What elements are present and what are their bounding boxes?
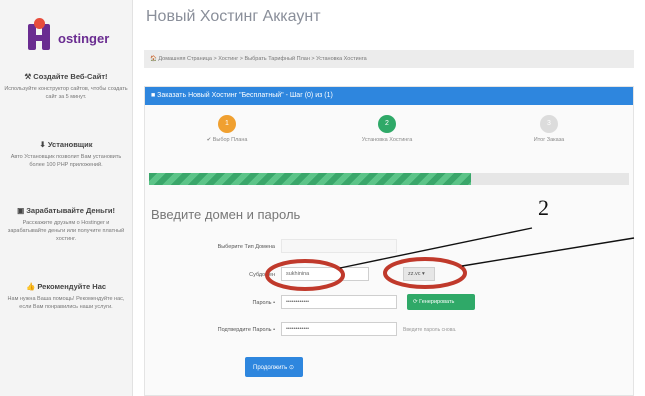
step-2: 2 Установка Хостинга <box>337 115 437 143</box>
sidebar-block-title: ⬇ Установщик <box>39 140 93 149</box>
hostinger-logo[interactable]: ostinger <box>26 18 109 52</box>
sidebar-block-text: Нам нужна Ваша помощь! Рекомендуйте нас,… <box>7 296 125 310</box>
domain-type-label: Выберите Тип Домена <box>217 244 275 250</box>
step-circle: 1 <box>218 115 236 133</box>
sidebar-block-title: 👍 Рекомендуйте Нас <box>25 282 107 291</box>
password-label: Пароль • <box>252 300 275 306</box>
main-content: Новый Хостинг Аккаунт 🏠 Домашняя Страниц… <box>134 0 645 396</box>
sidebar-block-earn-money[interactable]: ▣ Зарабатывайте Деньги! Расскажите друзь… <box>4 206 128 243</box>
form-title: Введите домен и пароль <box>151 207 301 222</box>
page-title: Новый Хостинг Аккаунт <box>146 8 321 25</box>
continue-button[interactable]: Продолжить ⊙ <box>245 357 303 377</box>
confirm-password-field[interactable]: •••••••••••• <box>281 322 397 336</box>
subdomain-label: Субдомен <box>249 272 275 278</box>
logo-text: ostinger <box>58 30 110 46</box>
sidebar-block-installer[interactable]: ⬇ Установщик Авто Установщик позволит Ва… <box>4 140 128 169</box>
annotation-number-label: 2 <box>538 195 549 220</box>
hostinger-logo-icon <box>26 18 56 52</box>
step-label: ✔ Выбор Плана <box>206 137 248 143</box>
sidebar: ostinger ⚒ Создайте Веб-Сайт! Используйт… <box>0 0 133 396</box>
step-indicator: 1 ✔ Выбор Плана 2 Установка Хостинга 3 И… <box>145 105 633 159</box>
generate-password-button[interactable]: ⟳ Генерировать <box>407 294 475 310</box>
sidebar-block-text: Авто Установщик позволит Вам установить … <box>10 154 122 168</box>
domain-type-select[interactable] <box>281 239 397 253</box>
step-circle: 3 <box>540 115 558 133</box>
domain-select[interactable]: zz.vc ▾ <box>403 267 435 281</box>
subdomain-input[interactable] <box>281 267 369 281</box>
order-panel: ■ Заказать Новый Хостинг "Бесплатный" - … <box>144 86 634 396</box>
step-label: Итог Заказа <box>533 137 565 143</box>
sidebar-block-recommend[interactable]: 👍 Рекомендуйте Нас Нам нужна Ваша помощь… <box>4 282 128 311</box>
progress-bar <box>149 173 629 185</box>
sidebar-block-text: Расскажите друзьям о Hostinger и зарабат… <box>7 220 125 242</box>
panel-title: ■ Заказать Новый Хостинг "Бесплатный" - … <box>145 87 633 105</box>
step-circle: 2 <box>378 115 396 133</box>
sidebar-block-title: ▣ Зарабатывайте Деньги! <box>17 206 115 215</box>
confirm-password-label: Подтвердите Пароль • <box>217 327 275 333</box>
confirm-password-hint: Введите пароль снова. <box>403 327 457 333</box>
step-label: Установка Хостинга <box>361 137 413 143</box>
sidebar-block-website-builder[interactable]: ⚒ Создайте Веб-Сайт! Используйте констру… <box>4 72 128 101</box>
breadcrumb[interactable]: 🏠 Домашняя Страница > Хостинг > Выбрать … <box>144 50 634 68</box>
sidebar-block-text: Используйте конструктор сайтов, чтобы со… <box>4 86 128 100</box>
step-3: 3 Итог Заказа <box>499 115 599 143</box>
password-field[interactable]: •••••••••••• <box>281 295 397 309</box>
sidebar-block-title: ⚒ Создайте Веб-Сайт! <box>24 72 108 81</box>
progress-fill <box>149 173 471 185</box>
step-1: 1 ✔ Выбор Плана <box>177 115 277 143</box>
